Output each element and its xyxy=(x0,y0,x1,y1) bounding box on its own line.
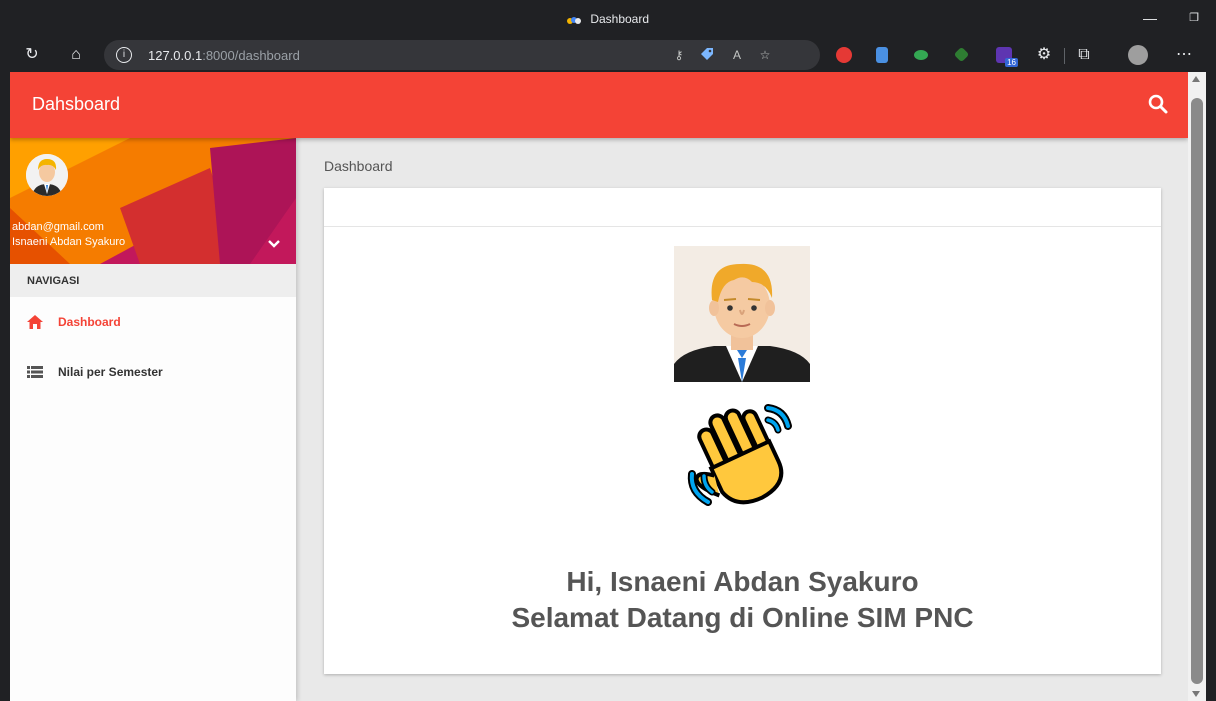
card-header xyxy=(324,188,1161,227)
site-info-icon[interactable]: i xyxy=(116,47,132,63)
more-menu-icon[interactable]: ⋯ xyxy=(1172,43,1196,67)
user-info-panel: abdan@gmail.com Isnaeni Abdan Syakuro xyxy=(10,138,296,264)
sidebar: abdan@gmail.com Isnaeni Abdan Syakuro NA… xyxy=(10,138,296,701)
scroll-up-icon[interactable] xyxy=(1192,76,1200,82)
user-name: Isnaeni Abdan Syakuro xyxy=(12,236,126,248)
user-profile-photo xyxy=(674,246,810,382)
welcome-card: Hi, Isnaeni Abdan Syakuro Selamat Datang… xyxy=(324,188,1161,674)
scroll-down-icon[interactable] xyxy=(1192,691,1200,697)
top-navbar: Dahsboard xyxy=(10,72,1188,138)
greeting-text: Hi, Isnaeni Abdan Syakuro xyxy=(566,566,919,597)
sidebar-item-dashboard[interactable]: Dashboard xyxy=(10,297,296,347)
tab-favicon-icon xyxy=(566,16,581,24)
search-icon[interactable] xyxy=(1146,92,1170,116)
adblock-extension-icon[interactable] xyxy=(836,47,852,63)
waving-hand-icon xyxy=(687,404,792,506)
sidebar-item-label: Nilai per Semester xyxy=(58,365,163,379)
sidebar-item-label: Dashboard xyxy=(58,315,121,329)
tag-extension-icon[interactable] xyxy=(698,46,716,64)
url-text[interactable]: 127.0.0.1:8000/dashboard xyxy=(148,48,300,63)
read-aloud-icon[interactable]: A xyxy=(728,46,746,64)
user-avatar[interactable] xyxy=(26,154,68,196)
collections-icon[interactable]: ⧉ xyxy=(1072,43,1096,67)
sidebar-item-nilai-per-semester[interactable]: Nilai per Semester xyxy=(10,347,296,397)
address-bar[interactable]: i 127.0.0.1:8000/dashboard ⚷ A ☆ xyxy=(104,40,820,70)
chevron-down-icon[interactable] xyxy=(266,236,282,252)
page-viewport: Dahsboard abdan@gmail.com Isnaeni Abdan … xyxy=(10,72,1188,701)
calendar-extension-icon[interactable]: 16 xyxy=(996,47,1018,67)
minimize-icon[interactable]: — xyxy=(1140,8,1160,28)
clipboard-extension-icon[interactable] xyxy=(876,47,888,63)
home-browser-icon[interactable]: ⌂ xyxy=(64,43,88,67)
page-scrollbar[interactable] xyxy=(1188,72,1206,701)
welcome-text: Selamat Datang di Online SIM PNC xyxy=(511,602,974,633)
extensions-puzzle-icon[interactable]: ⚙ xyxy=(1032,43,1056,67)
browser-titlebar: Dashboard — ❐ xyxy=(0,0,1216,38)
scrollbar-thumb[interactable] xyxy=(1191,98,1203,684)
browser-toolbar: ↻ ⌂ i 127.0.0.1:8000/dashboard ⚷ A ☆ 16 … xyxy=(0,38,1216,72)
breadcrumb: Dashboard xyxy=(324,158,393,174)
diamond-extension-icon[interactable] xyxy=(953,46,970,63)
nav-section-header: NAVIGASI xyxy=(10,264,296,297)
reload-icon[interactable]: ↻ xyxy=(20,43,44,67)
app-brand[interactable]: Dahsboard xyxy=(32,94,120,115)
window-frame xyxy=(1206,72,1216,701)
list-icon xyxy=(27,366,43,378)
user-email: abdan@gmail.com xyxy=(12,221,104,233)
toolbar-divider xyxy=(1064,48,1065,64)
add-favorite-icon[interactable]: ☆ xyxy=(756,46,774,64)
visibility-extension-icon[interactable] xyxy=(914,50,928,60)
password-key-icon[interactable]: ⚷ xyxy=(670,46,688,64)
profile-avatar[interactable] xyxy=(1128,45,1148,65)
window-title: Dashboard xyxy=(590,12,650,26)
home-icon xyxy=(27,315,43,329)
restore-window-icon[interactable]: ❐ xyxy=(1184,8,1204,28)
